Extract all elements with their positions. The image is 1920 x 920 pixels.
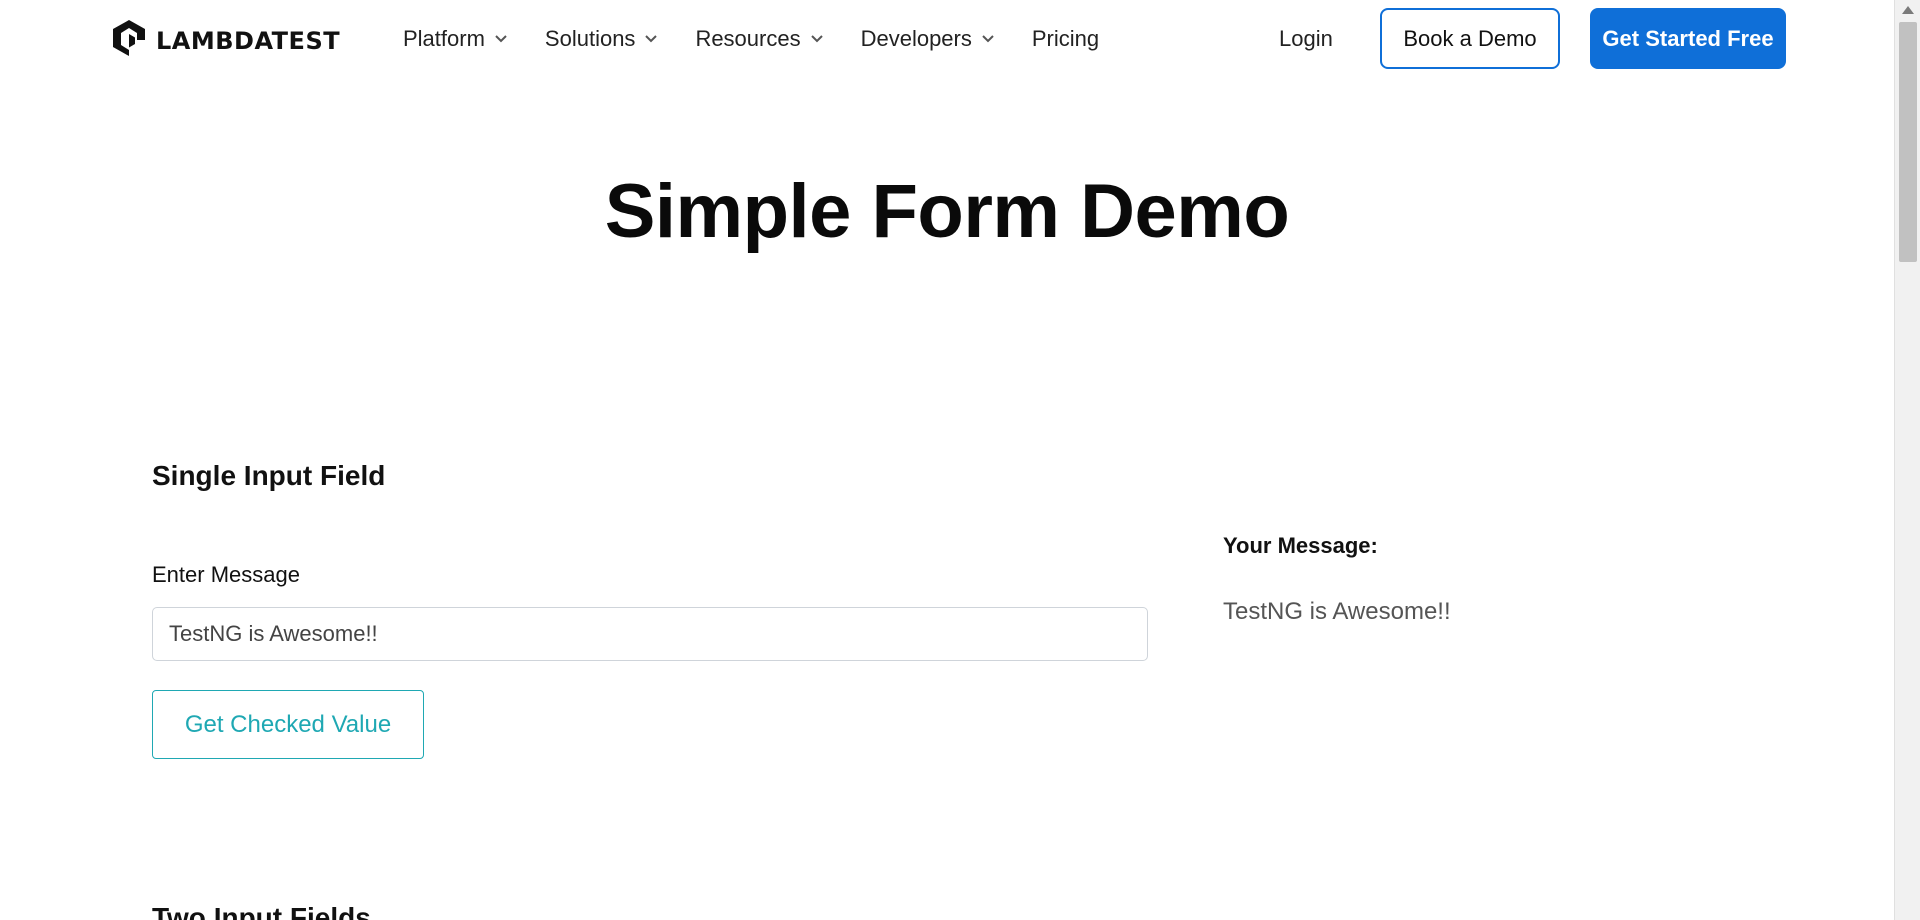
nav-item-label: Pricing (1031, 26, 1100, 51)
message-input[interactable] (152, 607, 1148, 661)
your-message-label: Your Message: (1223, 533, 1378, 558)
section-title-two-input: Two Input Fields (152, 902, 371, 920)
chevron-down-icon (810, 35, 823, 43)
book-demo-button[interactable]: Book a Demo (1380, 8, 1560, 69)
nav-item-developers[interactable]: Developers (861, 22, 994, 56)
nav-item-label: Solutions (544, 26, 636, 51)
logo-text: LAMBDATEST (156, 26, 341, 55)
page-title: Simple Form Demo (604, 169, 1290, 254)
nav-item-label: Platform (403, 26, 485, 51)
main-nav: Platform Solutions Resources Developers … (403, 22, 1137, 56)
section-title-single-input: Single Input Field (152, 460, 386, 491)
lambdatest-logo-icon (110, 18, 148, 63)
nav-item-label: Resources (695, 26, 801, 51)
chevron-down-icon (645, 35, 658, 43)
site-header: LAMBDATEST Platform Solutions Resources … (0, 0, 1894, 78)
your-message-value: TestNG is Awesome!! (1223, 598, 1451, 625)
scrollbar-thumb[interactable] (1899, 22, 1917, 262)
chevron-down-icon (495, 35, 507, 43)
get-checked-value-button[interactable]: Get Checked Value (152, 690, 424, 759)
nav-item-platform[interactable]: Platform (403, 22, 507, 56)
login-link[interactable]: Login (1279, 22, 1333, 56)
nav-item-label: Developers (860, 26, 972, 51)
nav-item-pricing[interactable]: Pricing (1032, 22, 1099, 56)
get-started-button[interactable]: Get Started Free (1590, 8, 1786, 69)
nav-item-solutions[interactable]: Solutions (545, 22, 658, 56)
nav-item-resources[interactable]: Resources (695, 22, 823, 56)
lambdatest-logo[interactable]: LAMBDATEST (110, 18, 340, 63)
enter-message-label: Enter Message (152, 562, 300, 587)
scroll-up-arrow-icon[interactable] (1902, 6, 1914, 14)
page-scrollbar[interactable] (1894, 0, 1920, 920)
chevron-down-icon (982, 35, 994, 43)
